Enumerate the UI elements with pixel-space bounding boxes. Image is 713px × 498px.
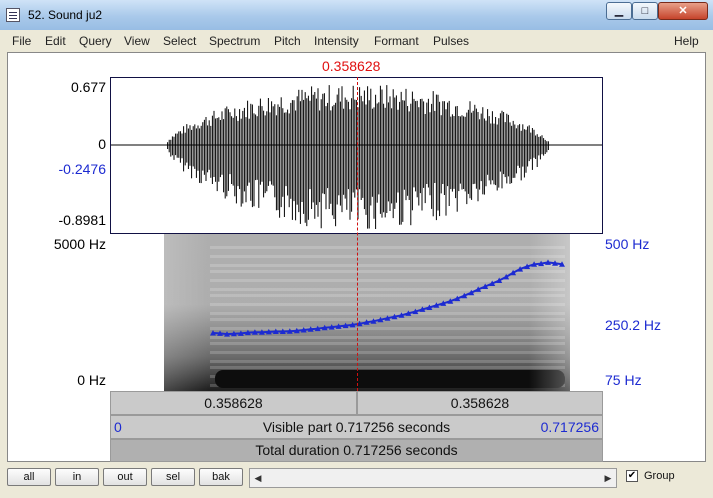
time-scrollbar[interactable]: ◀ ▶ [249,468,617,488]
zoom-back-button[interactable]: bak [199,468,243,486]
menu-pitch[interactable]: Pitch [274,34,301,48]
pitch-mid-label: 250.2 Hz [605,317,662,333]
menu-view[interactable]: View [124,34,150,48]
scroll-right-icon[interactable]: ▶ [600,469,616,487]
waveform-cursor-value-label: -0.2476 [58,161,106,177]
menu-bar: File Edit Query View Select Spectrum Pit… [0,30,713,52]
app-icon [6,8,20,22]
scroll-left-icon[interactable]: ◀ [250,469,266,487]
pitch-bottom-label: 75 Hz [605,372,642,388]
waveform-signal [167,85,549,229]
zoom-out-button[interactable]: out [103,468,147,486]
waveform-max-label: 0.677 [70,79,106,95]
minimize-button[interactable]: ▁ [606,2,632,20]
group-checkbox[interactable]: ✔ [626,470,638,482]
bottom-toolbar: all in out sel bak ◀ ▶ ✔ Group [0,462,713,498]
menu-edit[interactable]: Edit [45,34,66,48]
spectrogram-top-freq-label: 5000 Hz [53,236,106,252]
check-icon: ✔ [627,470,637,481]
visible-end-label: 0.717256 [540,419,599,435]
menu-file[interactable]: File [12,34,31,48]
total-duration-bar[interactable]: Total duration 0.717256 seconds [110,439,603,462]
title-bar: 52. Sound ju2 ▁ □ ✕ [0,0,713,31]
waveform-zero-label: 0 [98,136,106,152]
menu-spectrum[interactable]: Spectrum [209,34,260,48]
menu-pulses[interactable]: Pulses [433,34,469,48]
menu-help[interactable]: Help [674,34,699,48]
zoom-in-button[interactable]: in [55,468,99,486]
visible-part-label: Visible part 0.717256 seconds [262,419,451,435]
window-title: 52. Sound ju2 [28,8,103,22]
group-label: Group [644,470,675,482]
time-cursor[interactable] [357,77,358,391]
waveform-min-label: -0.8981 [58,212,106,228]
pitch-top-label: 500 Hz [605,236,650,252]
menu-formant[interactable]: Formant [374,34,419,48]
menu-query[interactable]: Query [79,34,112,48]
menu-select[interactable]: Select [163,34,196,48]
maximize-button[interactable]: □ [632,2,658,20]
zoom-all-button[interactable]: all [7,468,51,486]
selection-right-bar[interactable]: 0.358628 [357,391,603,415]
zoom-selection-button[interactable]: sel [151,468,195,486]
spectrogram-bottom-freq-label: 0 Hz [77,372,106,388]
cursor-time-label: 0.358628 [322,58,381,74]
menu-intensity[interactable]: Intensity [314,34,359,48]
visible-part-bar[interactable]: 0 Visible part 0.717256 seconds 0.717256 [110,415,603,439]
selection-left-bar[interactable]: 0.358628 [110,391,357,415]
close-button[interactable]: ✕ [658,2,708,20]
